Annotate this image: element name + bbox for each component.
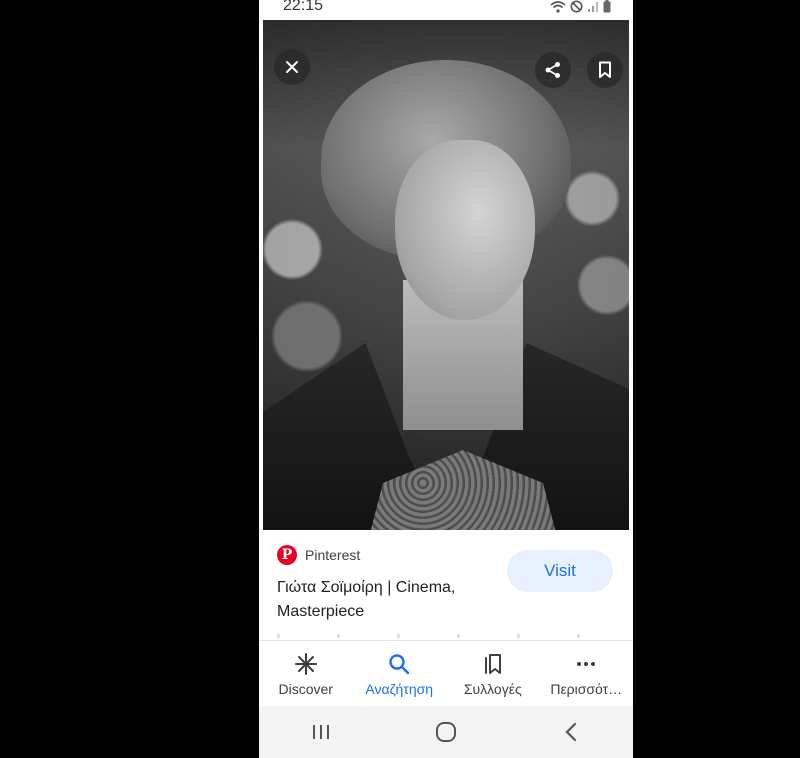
home-icon [435, 722, 456, 742]
result-title[interactable]: Γιώτα Σοϊμοίρη | Cinema, Masterpiece [277, 576, 507, 624]
nav-discover[interactable]: Discover [259, 641, 353, 707]
nav-label-search: Αναζήτηση [365, 681, 434, 697]
bookmark-button[interactable] [587, 52, 623, 88]
nav-label-collections: Συλλογές [463, 681, 522, 697]
system-navigation-bar [259, 706, 633, 758]
home-button[interactable] [416, 712, 476, 752]
wifi-icon [550, 0, 566, 18]
share-icon [545, 62, 560, 78]
collections-icon [481, 651, 505, 677]
more-icon [574, 651, 598, 677]
source-row[interactable]: P Pinterest [277, 545, 360, 565]
signal-icon [587, 0, 599, 18]
nav-search[interactable]: Αναζήτηση [353, 641, 447, 707]
source-name: Pinterest [305, 547, 361, 563]
recents-icon [313, 725, 330, 739]
share-button[interactable] [535, 52, 571, 88]
do-not-disturb-icon [570, 0, 583, 18]
bottom-navigation: Discover Αναζήτηση Συλλογές Περισσότ… [259, 640, 633, 707]
status-time: 22:15 [283, 0, 324, 14]
nav-more[interactable]: Περισσότ… [540, 641, 634, 707]
nav-collections[interactable]: Συλλογές [446, 641, 540, 707]
battery-icon [603, 0, 611, 18]
bookmark-icon [599, 61, 611, 78]
visit-button[interactable]: Visit [507, 550, 613, 592]
search-icon [387, 651, 411, 677]
nav-label-discover: Discover [278, 681, 333, 697]
asterisk-icon [294, 651, 318, 677]
nav-label-more: Περισσότ… [550, 681, 623, 697]
status-bar: 22:15 [259, 0, 633, 18]
partial-content-divider [277, 634, 617, 638]
status-icons [550, 0, 611, 18]
pinterest-logo-icon: P [277, 545, 297, 565]
recents-button[interactable] [291, 712, 351, 752]
phone-screen: 22:15 P Pinterest Γιώτα Σοϊμοίρη | Cinem… [259, 0, 633, 758]
close-button[interactable] [274, 49, 310, 85]
close-icon [286, 61, 298, 73]
back-button[interactable] [541, 712, 601, 752]
result-image[interactable] [263, 20, 629, 530]
back-icon [565, 722, 576, 742]
image-face [395, 140, 535, 320]
